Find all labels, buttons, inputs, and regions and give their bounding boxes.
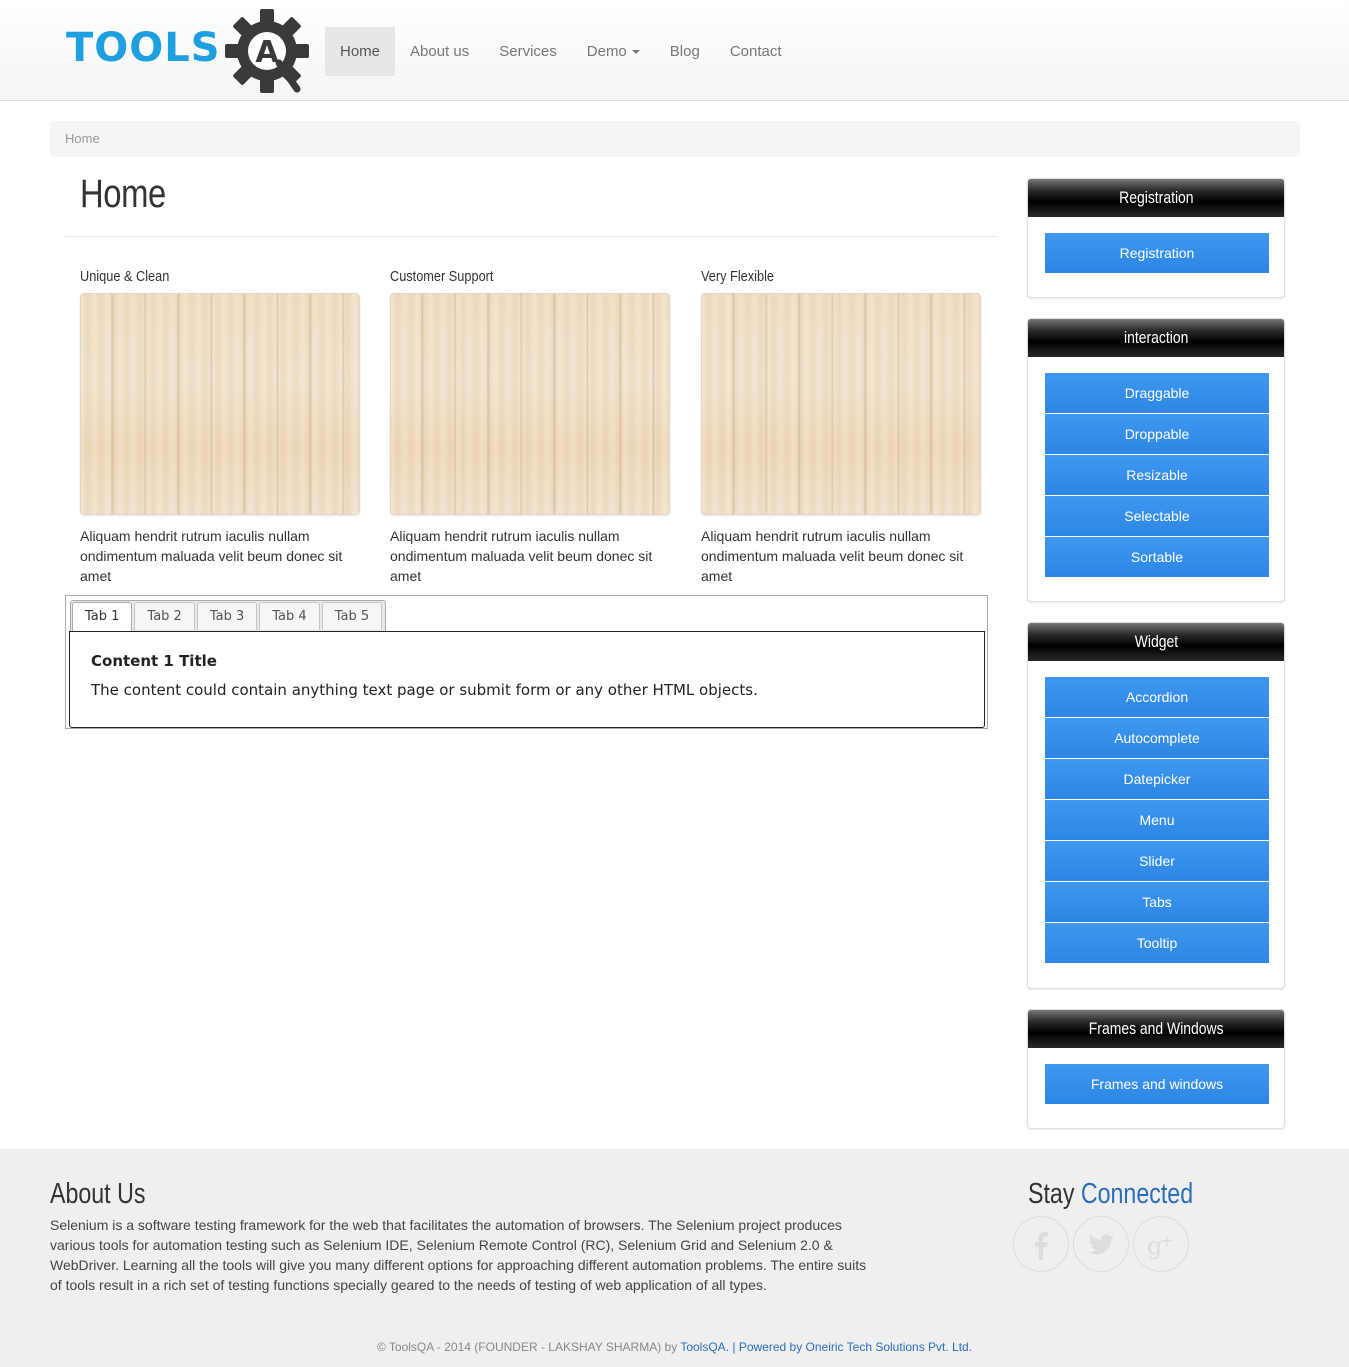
feature-image bbox=[390, 293, 670, 515]
caret-down-icon bbox=[631, 50, 640, 55]
frames-widget: Frames and Windows Frames and windows bbox=[1027, 1009, 1285, 1129]
slider-button[interactable]: Slider bbox=[1045, 841, 1269, 881]
widget-title: Registration bbox=[1118, 188, 1194, 207]
logo-mark: A bbox=[255, 35, 279, 70]
tab-panel: Content 1 Title The content could contai… bbox=[69, 631, 985, 728]
nav-contact[interactable]: Contact bbox=[715, 27, 797, 76]
nav-home[interactable]: Home bbox=[325, 27, 396, 76]
interaction-widget: interaction Draggable Droppable Resizabl… bbox=[1027, 318, 1285, 602]
droppable-button[interactable]: Droppable bbox=[1045, 414, 1269, 454]
nav-label: Blog bbox=[669, 43, 700, 60]
feature-column: Customer Support Aliquam hendrit rutrum … bbox=[390, 266, 672, 584]
tab-3[interactable]: Tab 3 bbox=[196, 602, 258, 630]
toolsqa-logo[interactable]: TOOLS A bbox=[66, 6, 311, 96]
about-us-text: Selenium is a software testing framework… bbox=[50, 1217, 867, 1293]
nav-blog[interactable]: Blog bbox=[655, 27, 715, 76]
registration-button[interactable]: Registration bbox=[1045, 233, 1269, 273]
tab-1[interactable]: Tab 1 bbox=[72, 602, 133, 632]
nav-services[interactable]: Services bbox=[484, 27, 572, 76]
powered-by-link[interactable]: Powered by Oneiric Tech Solutions Pvt. L… bbox=[739, 1340, 972, 1354]
nav-label: Services bbox=[499, 43, 557, 60]
feature-column: Very Flexible Aliquam hendrit rutrum iac… bbox=[701, 266, 983, 584]
widget-title: interaction bbox=[1123, 328, 1189, 347]
menu-button[interactable]: Menu bbox=[1045, 800, 1269, 840]
feature-text: Aliquam hendrit rutrum iaculis nullam on… bbox=[390, 528, 653, 584]
divider bbox=[65, 236, 997, 237]
feature-title: Unique & Clean bbox=[80, 268, 170, 285]
tabs-button[interactable]: Tabs bbox=[1045, 882, 1269, 922]
stay-word: Stay bbox=[1028, 1178, 1075, 1210]
widget-header: Frames and Windows bbox=[1028, 1010, 1284, 1048]
page-title: Home bbox=[80, 172, 166, 216]
feature-image bbox=[80, 293, 360, 515]
sortable-button[interactable]: Sortable bbox=[1045, 537, 1269, 577]
widget-title: Frames and Windows bbox=[1088, 1019, 1224, 1038]
feature-title: Customer Support bbox=[390, 268, 494, 285]
tab-bar: Tab 1 Tab 2 Tab 3 Tab 4 Tab 5 bbox=[70, 600, 387, 632]
nav-demo-dropdown[interactable]: Demo bbox=[572, 27, 655, 76]
tab-4[interactable]: Tab 4 bbox=[259, 602, 320, 630]
twitter-icon[interactable] bbox=[1073, 1216, 1129, 1272]
resizable-button[interactable]: Resizable bbox=[1045, 455, 1269, 495]
nav-about-us[interactable]: About us bbox=[395, 27, 484, 76]
toolsqa-link[interactable]: ToolsQA bbox=[680, 1340, 725, 1354]
datepicker-button[interactable]: Datepicker bbox=[1045, 759, 1269, 799]
about-us-heading: About Us bbox=[50, 1178, 146, 1210]
draggable-button[interactable]: Draggable bbox=[1045, 373, 1269, 413]
frames-and-windows-button[interactable]: Frames and windows bbox=[1045, 1064, 1269, 1104]
breadcrumb: Home bbox=[50, 121, 1300, 157]
feature-text: Aliquam hendrit rutrum iaculis nullam on… bbox=[80, 528, 343, 584]
nav-label: Contact bbox=[729, 43, 782, 60]
site-header: TOOLS A Home About us Services Demo Blog… bbox=[0, 0, 1349, 101]
feature-title: Very Flexible bbox=[701, 268, 774, 285]
separator: . | bbox=[725, 1340, 736, 1354]
connected-word: Connected bbox=[1080, 1178, 1194, 1210]
feature-column: Unique & Clean Aliquam hendrit rutrum ia… bbox=[80, 266, 362, 584]
tab-content-text: The content could contain anything text … bbox=[91, 681, 758, 699]
nav-label: Demo bbox=[586, 43, 627, 60]
widget-widget: Widget Accordion Autocomplete Datepicker… bbox=[1027, 622, 1285, 989]
tab-2[interactable]: Tab 2 bbox=[134, 602, 195, 630]
breadcrumb-current: Home bbox=[65, 131, 100, 146]
feature-text: Aliquam hendrit rutrum iaculis nullam on… bbox=[701, 528, 964, 584]
main-nav: Home About us Services Demo Blog Contact bbox=[325, 27, 797, 76]
widget-header: Widget bbox=[1028, 623, 1284, 661]
widget-title: Widget bbox=[1134, 632, 1178, 651]
copyright-bar: © ToolsQA - 2014 (FOUNDER - LAKSHAY SHAR… bbox=[0, 1340, 1349, 1354]
autocomplete-button[interactable]: Autocomplete bbox=[1045, 718, 1269, 758]
logo-text: TOOLS bbox=[66, 25, 221, 71]
google-plus-icon[interactable]: g + bbox=[1133, 1216, 1189, 1272]
gear-icon: A bbox=[225, 9, 309, 93]
facebook-icon[interactable] bbox=[1013, 1216, 1069, 1272]
selectable-button[interactable]: Selectable bbox=[1045, 496, 1269, 536]
nav-label: About us bbox=[410, 43, 470, 60]
widget-header: interaction bbox=[1028, 319, 1284, 357]
tabs-widget: Tab 1 Tab 2 Tab 3 Tab 4 Tab 5 Content 1 … bbox=[65, 595, 988, 729]
svg-text:+: + bbox=[1160, 1231, 1173, 1250]
copyright-text: © ToolsQA - 2014 (FOUNDER - LAKSHAY SHAR… bbox=[376, 1340, 678, 1354]
nav-label: Home bbox=[340, 43, 381, 60]
registration-widget: Registration Registration bbox=[1027, 178, 1285, 298]
widget-header: Registration bbox=[1028, 179, 1284, 217]
tab-5[interactable]: Tab 5 bbox=[321, 602, 383, 630]
accordion-button[interactable]: Accordion bbox=[1045, 677, 1269, 717]
stay-connected-heading: Stay Connected bbox=[1028, 1178, 1193, 1211]
tooltip-button[interactable]: Tooltip bbox=[1045, 923, 1269, 963]
feature-image bbox=[701, 293, 981, 515]
tab-content-title: Content 1 Title bbox=[91, 652, 217, 670]
